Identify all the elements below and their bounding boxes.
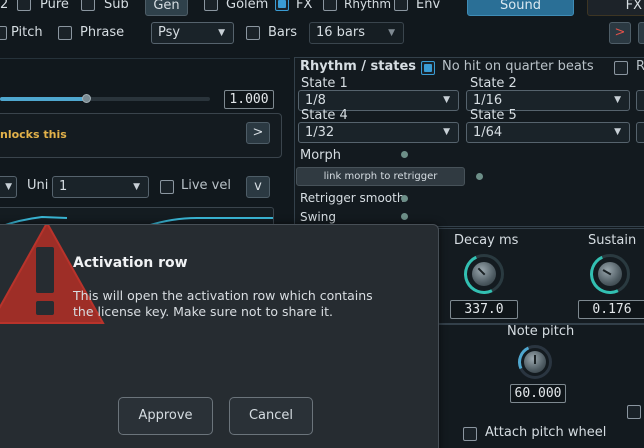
sustain-knob[interactable] — [584, 248, 636, 300]
chevron-down-icon: ▼ — [133, 182, 140, 192]
note-pitch-knob[interactable] — [513, 340, 557, 384]
arrow-right-button[interactable]: > — [609, 22, 631, 44]
dialog-body: This will open the activation row which … — [73, 288, 373, 319]
chevron-down-icon: ▼ — [218, 28, 225, 38]
left-select-partial[interactable]: ▼ — [0, 176, 17, 198]
state-5-select[interactable]: 1/64 ▼ — [466, 122, 630, 143]
approve-button[interactable]: Approve — [118, 397, 213, 435]
tab-rhythm-label: Rhythm — [344, 0, 392, 11]
phrase-checkbox[interactable] — [58, 26, 72, 40]
sustain-value-box[interactable]: 0.176 — [578, 300, 644, 319]
tab-sound[interactable]: Sound — [467, 0, 574, 16]
v-button[interactable]: v — [246, 176, 270, 198]
pitch-right-checkbox[interactable] — [627, 405, 641, 419]
golem-checkbox[interactable] — [204, 0, 218, 11]
chevron-right-icon: > — [614, 25, 626, 40]
uni-select-value: 1 — [59, 179, 68, 194]
retrigger-smooth-label: Retrigger smooth — [300, 191, 405, 205]
live-vel-label: Live vel — [181, 178, 231, 193]
decay-label: Decay ms — [454, 233, 519, 248]
pitch-label: Pitch — [11, 25, 43, 40]
tab-gen[interactable]: Gen — [145, 0, 188, 16]
attach-pitch-wheel-checkbox[interactable] — [463, 427, 477, 441]
slider-value-box[interactable]: 1.000 — [224, 90, 274, 109]
unlock-text: nlocks this — [0, 128, 67, 141]
fx-checkbox[interactable] — [275, 0, 289, 11]
chevron-down-icon: ▼ — [388, 28, 395, 38]
pure-checkbox[interactable] — [17, 0, 31, 11]
dialog-title: Activation row — [73, 255, 188, 271]
state-1-label: State 1 — [301, 76, 348, 91]
state-1-value: 1/8 — [305, 93, 326, 108]
bars-select[interactable]: 16 bars ▼ — [309, 22, 404, 44]
state-4-label: State 4 — [301, 108, 348, 123]
link-morph-slider-handle[interactable] — [476, 173, 483, 180]
unlock-button[interactable]: > — [246, 122, 270, 144]
no-hit-label: No hit on quarter beats — [442, 59, 594, 74]
env-checkbox[interactable] — [394, 0, 408, 11]
link-morph-button[interactable]: link morph to retrigger — [296, 167, 465, 186]
tab-env-label: Env — [416, 0, 441, 12]
psy-select[interactable]: Psy ▼ — [151, 22, 234, 44]
retrigger-smooth-handle[interactable] — [401, 195, 408, 202]
note-pitch-label: Note pitch — [507, 324, 575, 339]
rhythm-checkbox[interactable] — [323, 0, 337, 11]
tab-fx-right-label: FX — [625, 0, 642, 13]
bars-label: Bars — [268, 25, 298, 40]
chevron-down-icon: ▼ — [614, 95, 621, 105]
left-panel-divider — [0, 58, 290, 59]
chevron-down-icon: ▼ — [443, 127, 450, 137]
note-pitch-value-box[interactable]: 60.000 — [510, 384, 566, 403]
uni-select[interactable]: 1 ▼ — [52, 176, 149, 198]
r-checkbox[interactable] — [614, 61, 628, 75]
state-3-select-partial[interactable] — [636, 90, 644, 111]
decay-value-box[interactable]: 337.0 — [450, 300, 518, 319]
slider-track[interactable] — [0, 97, 210, 101]
state-5-label: State 5 — [470, 108, 517, 123]
psy-select-value: Psy — [158, 25, 181, 40]
tab-fx-label: FX — [296, 0, 313, 12]
state-2-value: 1/16 — [473, 93, 503, 108]
chevron-down-icon: ▼ — [614, 127, 621, 137]
tab-fx-right[interactable]: FX — [587, 0, 644, 16]
state-4-value: 1/32 — [305, 125, 335, 140]
tab-partial-label[interactable]: 2 — [0, 0, 8, 12]
slider-handle[interactable] — [82, 94, 92, 103]
tab-sub-label: Sub — [104, 0, 129, 12]
morph-label: Morph — [300, 148, 342, 163]
live-vel-checkbox[interactable] — [160, 180, 174, 194]
swing-label: Swing — [300, 210, 336, 224]
pitch-checkbox[interactable] — [0, 26, 7, 40]
morph-slider-handle[interactable] — [401, 151, 408, 158]
no-hit-checkbox[interactable] — [421, 61, 435, 75]
sub-checkbox[interactable] — [81, 0, 95, 11]
rhythm-title: Rhythm / states — [300, 59, 417, 74]
phrase-label: Phrase — [80, 25, 125, 40]
sustain-label: Sustain — [588, 233, 637, 248]
square-button[interactable]: □ — [638, 22, 644, 44]
state-4-select[interactable]: 1/32 ▼ — [298, 122, 459, 143]
chevron-down-icon: ▼ — [443, 95, 450, 105]
decay-knob[interactable] — [458, 248, 510, 300]
bars-checkbox[interactable] — [246, 26, 260, 40]
slider-fill — [0, 97, 87, 101]
cancel-button[interactable]: Cancel — [229, 397, 313, 435]
state-5-value: 1/64 — [473, 125, 503, 140]
r-label: R — [636, 59, 644, 74]
bars-select-value: 16 bars — [316, 25, 366, 40]
state-6-select-partial[interactable] — [636, 122, 644, 143]
chevron-down-icon: ▼ — [5, 182, 12, 192]
tab-pure-label: Pure — [40, 0, 69, 12]
attach-pitch-wheel-label: Attach pitch wheel — [485, 425, 607, 440]
activation-dialog — [0, 224, 439, 448]
state-2-label: State 2 — [470, 76, 517, 91]
uni-label: Uni — [27, 178, 49, 193]
tab-golem-label: Golem — [226, 0, 269, 12]
swing-handle[interactable] — [401, 213, 408, 220]
